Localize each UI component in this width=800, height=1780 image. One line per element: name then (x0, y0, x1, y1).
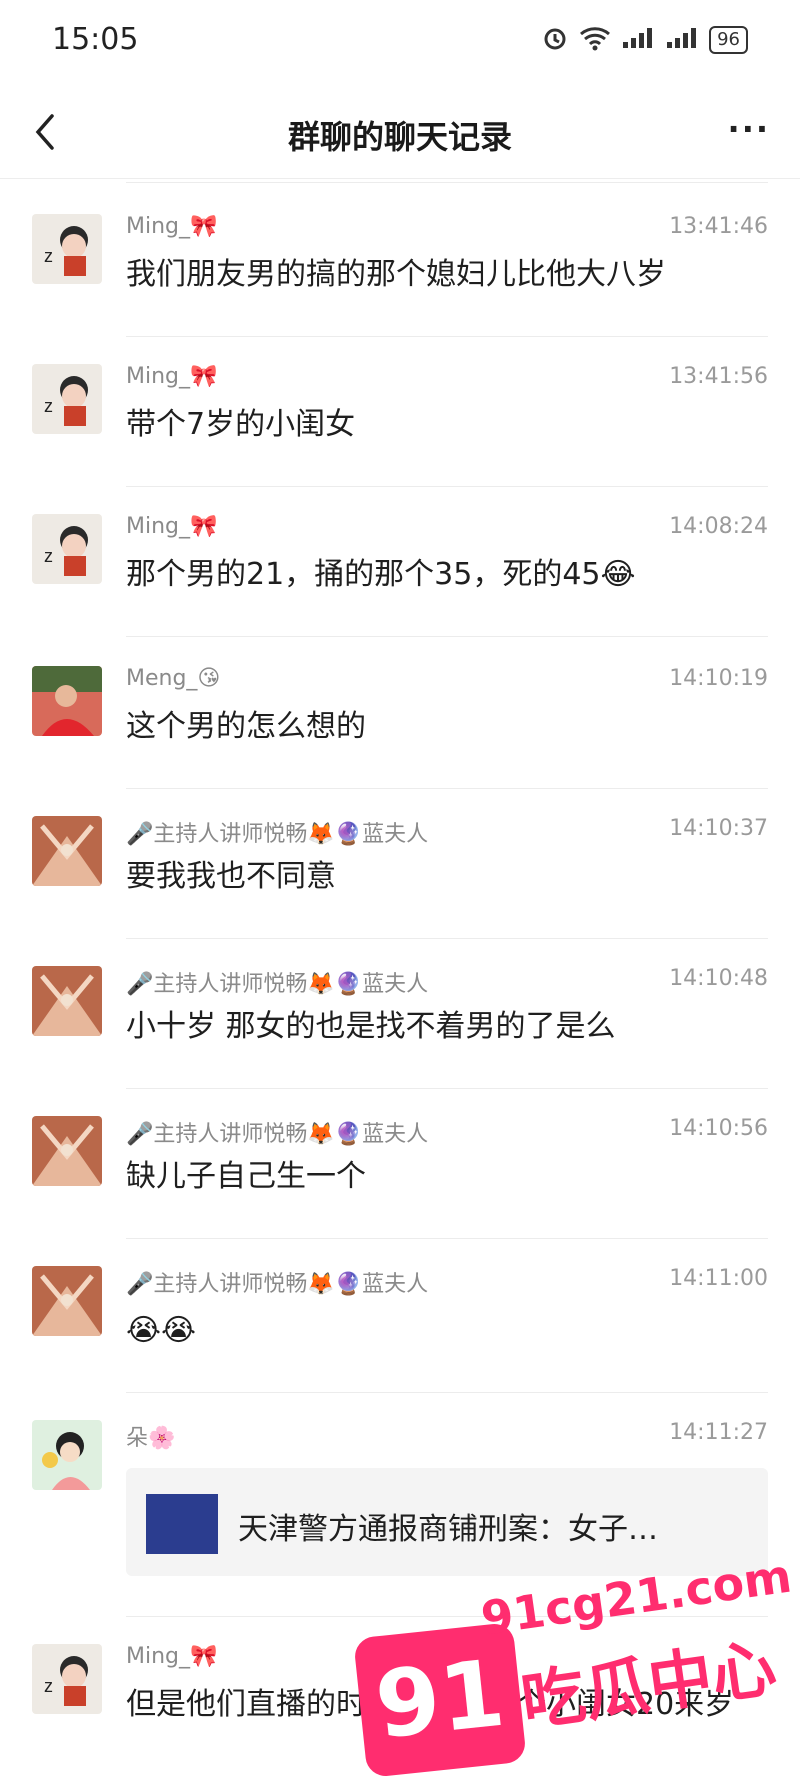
svg-text:z: z (44, 1676, 53, 1696)
avatar-ming[interactable]: z (32, 1644, 102, 1714)
avatar-host[interactable] (32, 816, 102, 886)
more-options-button[interactable]: ··· (728, 110, 770, 148)
sender-name: 🎤主持人讲师悦畅🦊🔮蓝夫人 (126, 822, 429, 847)
divider (126, 938, 768, 939)
message-time: 14:10:56 (669, 1116, 768, 1141)
divider (126, 636, 768, 637)
message-time: 14:11:00 (669, 1266, 768, 1291)
divider (126, 336, 768, 337)
alarm-icon (541, 24, 569, 56)
watermark: 91 91cg21.com 吃瓜中心 (353, 1549, 795, 1778)
divider (126, 1392, 768, 1393)
message-time: 14:08:24 (669, 514, 768, 539)
message-text: 缺儿子自己生一个 (126, 1159, 366, 1194)
sender-name: Ming_🎀 (126, 514, 218, 539)
message-time: 14:11:27 (669, 1420, 768, 1445)
svg-text:z: z (44, 546, 53, 566)
message-text: 这个男的怎么想的 (126, 709, 366, 744)
watermark-badge: 91 (353, 1622, 527, 1778)
avatar-host[interactable] (32, 1266, 102, 1336)
sender-name: 🎤主持人讲师悦畅🦊🔮蓝夫人 (126, 1122, 429, 1147)
sender-name: 🎤主持人讲师悦畅🦊🔮蓝夫人 (126, 972, 429, 997)
sender-name: Meng_😘 (126, 666, 221, 691)
avatar-ming[interactable]: z (32, 214, 102, 284)
message-text: 要我我也不同意 (126, 859, 336, 894)
card-thumbnail (146, 1494, 218, 1554)
svg-text:z: z (44, 246, 53, 266)
message-text: 带个7岁的小闺女 (126, 407, 356, 442)
status-icons: 96 (541, 24, 748, 56)
message-time: 13:41:56 (669, 364, 768, 389)
battery-indicator: 96 (709, 26, 748, 54)
divider (126, 486, 768, 487)
message-text: 😭😭 (126, 1313, 197, 1348)
sender-name: Ming_🎀 (126, 214, 218, 239)
page-title: 群聊的聊天记录 (287, 118, 512, 156)
divider (126, 788, 768, 789)
message-time: 14:10:19 (669, 666, 768, 691)
message-time: 14:10:48 (669, 966, 768, 991)
card-title: 天津警方通报商铺刑案：女子… (238, 1512, 658, 1547)
message-time: 13:41:46 (669, 214, 768, 239)
message-text: 小十岁 那女的也是找不着男的了是么 (126, 1009, 616, 1044)
chat-header: 群聊的聊天记录 ··· (0, 86, 800, 179)
divider (126, 1088, 768, 1089)
wifi-icon (579, 24, 611, 56)
message-text: 我们朋友男的搞的那个媳妇儿比他大八岁 (126, 257, 666, 292)
divider (126, 182, 768, 183)
status-bar: 15:05 96 (0, 0, 800, 86)
sender-name: 🎤主持人讲师悦畅🦊🔮蓝夫人 (126, 1272, 429, 1297)
avatar-host[interactable] (32, 1116, 102, 1186)
message-time: 14:10:37 (669, 816, 768, 841)
divider (126, 1238, 768, 1239)
message-text: 那个男的21，捅的那个35，死的45😂 (126, 557, 636, 592)
sender-name: Ming_🎀 (126, 364, 218, 389)
signal-icon-2 (665, 26, 699, 54)
avatar-duo[interactable] (32, 1420, 102, 1490)
signal-icon (621, 26, 655, 54)
sender-name: Ming_🎀 (126, 1644, 218, 1669)
avatar-host[interactable] (32, 966, 102, 1036)
avatar-meng[interactable] (32, 666, 102, 736)
avatar-ming[interactable]: z (32, 364, 102, 434)
svg-text:z: z (44, 396, 53, 416)
sender-name: 朵🌸 (126, 1426, 176, 1451)
status-time: 15:05 (52, 22, 139, 57)
avatar-ming[interactable]: z (32, 514, 102, 584)
